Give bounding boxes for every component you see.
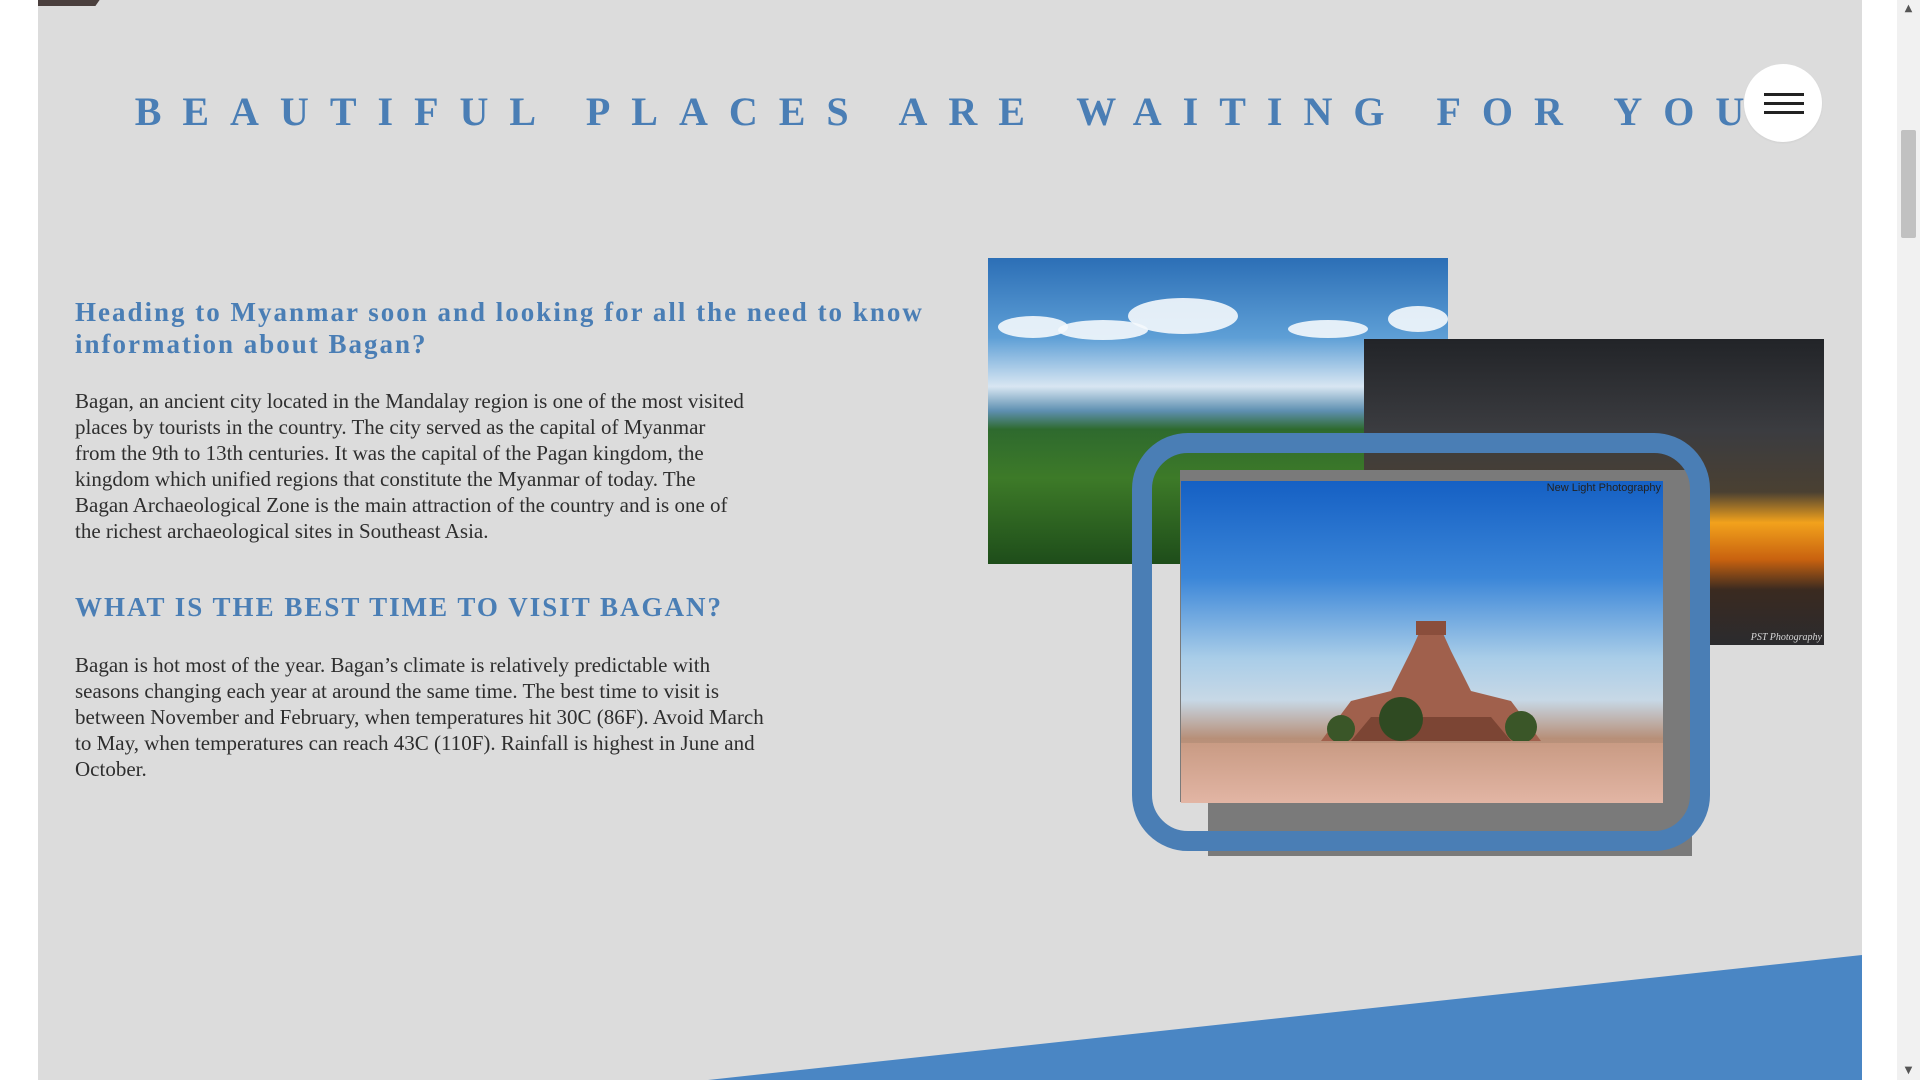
intro-heading: Heading to Myanmar soon and looking for … xyxy=(75,297,924,359)
menu-button[interactable] xyxy=(1744,64,1822,142)
temple-silhouette xyxy=(1321,621,1541,741)
decorative-corner-shape xyxy=(38,0,108,6)
hero-title: BEAUTIFUL PLACES ARE WAITING FOR YOU xyxy=(134,89,1766,134)
scroll-down-arrow-icon[interactable]: ▼ xyxy=(1897,1062,1920,1080)
best-time-heading: WHAT IS THE BEST TIME TO VISIT BAGAN? xyxy=(75,592,724,622)
photo-credit: PST Photography xyxy=(1750,632,1822,643)
bagan-temple-photo: New Light Photography xyxy=(1181,481,1663,803)
hamburger-menu-icon xyxy=(1764,93,1804,96)
hamburger-menu-icon-line xyxy=(1764,102,1804,105)
photo-ground xyxy=(1181,743,1663,803)
best-time-paragraph: Bagan is hot most of the year. Bagan’s c… xyxy=(75,653,764,781)
intro-paragraph: Bagan, an ancient city located in the Ma… xyxy=(75,389,744,543)
photo-credit: New Light Photography xyxy=(1546,482,1661,494)
scrollbar-thumb[interactable] xyxy=(1901,130,1916,238)
vertical-scrollbar[interactable]: ▲ ▼ xyxy=(1897,0,1920,1080)
content-panel: BEAUTIFUL PLACES ARE WAITING FOR YOU Hea… xyxy=(38,0,1862,1080)
hamburger-menu-icon-line xyxy=(1764,111,1804,114)
scroll-up-arrow-icon[interactable]: ▲ xyxy=(1897,0,1920,18)
